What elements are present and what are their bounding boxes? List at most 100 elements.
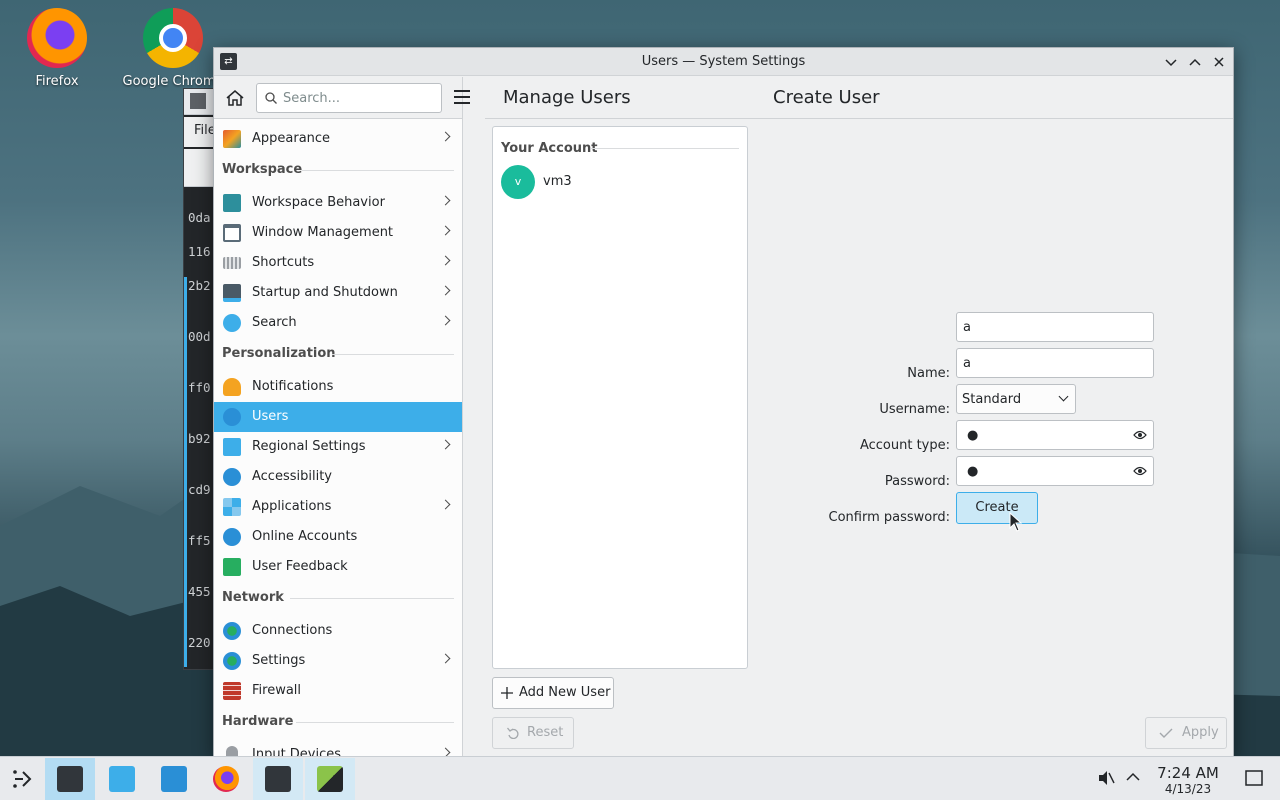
undo-icon bbox=[507, 727, 519, 739]
task-dolphin[interactable] bbox=[149, 758, 199, 800]
feedback-icon bbox=[223, 558, 241, 576]
close-button[interactable] bbox=[1210, 53, 1228, 71]
sidebar-item-network-settings[interactable]: Settings bbox=[214, 646, 462, 676]
sidebar-item-label: Connections bbox=[252, 623, 333, 638]
regional-icon bbox=[223, 438, 241, 456]
chevron-right-icon bbox=[440, 131, 451, 142]
sidebar-item-label: Settings bbox=[252, 653, 306, 668]
terminal-line: b92 bbox=[188, 431, 211, 446]
application-launcher-button[interactable] bbox=[0, 758, 50, 800]
sidebar-item-label: Applications bbox=[252, 499, 332, 514]
sidebar-item-startup-shutdown[interactable]: Startup and Shutdown bbox=[214, 278, 462, 308]
user-name: vm3 bbox=[543, 174, 572, 189]
chevron-up-icon[interactable] bbox=[1126, 771, 1140, 783]
category-hardware: Hardware bbox=[222, 714, 294, 729]
sidebar-item-workspace-behavior[interactable]: Workspace Behavior bbox=[214, 188, 462, 218]
window-management-icon bbox=[223, 224, 241, 242]
launcher-icon bbox=[13, 770, 32, 788]
desktop-icon-chrome[interactable]: Google Chrome bbox=[118, 8, 228, 89]
username-field[interactable]: a bbox=[956, 348, 1154, 378]
hamburger-menu-button[interactable] bbox=[454, 90, 470, 104]
sidebar-header: Search... bbox=[214, 77, 462, 119]
sidebar-item-window-management[interactable]: Window Management bbox=[214, 218, 462, 248]
chevron-down-icon bbox=[1165, 59, 1177, 67]
reset-button[interactable]: Reset bbox=[492, 717, 574, 749]
chevron-right-icon bbox=[440, 747, 451, 756]
sidebar-item-accessibility[interactable]: Accessibility bbox=[214, 462, 462, 492]
sidebar-item-users[interactable]: Users bbox=[214, 402, 462, 432]
firefox-icon bbox=[27, 8, 87, 68]
show-password-icon[interactable] bbox=[1133, 465, 1147, 477]
sidebar-list: Appearance Workspace Workspace Behavior … bbox=[214, 120, 462, 756]
plus-icon bbox=[501, 687, 513, 699]
sidebar-item-notifications[interactable]: Notifications bbox=[214, 372, 462, 402]
account-type-label: Account type: bbox=[859, 438, 950, 453]
show-desktop-icon[interactable] bbox=[1245, 769, 1263, 787]
sidebar-item-applications[interactable]: Applications bbox=[214, 492, 462, 522]
terminal-icon bbox=[265, 766, 291, 792]
sidebar-item-search[interactable]: Search bbox=[214, 308, 462, 338]
task-firefox[interactable] bbox=[201, 758, 251, 800]
window-titlebar[interactable]: ⇄ Users — System Settings bbox=[214, 48, 1233, 76]
appearance-icon bbox=[223, 130, 241, 148]
sidebar-item-regional-settings[interactable]: Regional Settings bbox=[214, 432, 462, 462]
home-button[interactable] bbox=[224, 87, 246, 109]
sidebar-item-shortcuts[interactable]: Shortcuts bbox=[214, 248, 462, 278]
window-title: Users — System Settings bbox=[641, 54, 806, 69]
home-icon bbox=[226, 90, 244, 106]
sidebar-item-connections[interactable]: Connections bbox=[214, 616, 462, 646]
system-settings-icon bbox=[57, 766, 83, 792]
sidebar-item-label: Appearance bbox=[252, 131, 331, 146]
category-personalization: Personalization bbox=[222, 346, 336, 361]
name-field[interactable]: a bbox=[956, 312, 1154, 342]
sidebar-item-label: Shortcuts bbox=[252, 255, 315, 270]
terminal-line: cd9 bbox=[188, 482, 211, 497]
task-system-settings[interactable] bbox=[45, 758, 95, 800]
search-input[interactable]: Search... bbox=[256, 83, 442, 113]
chrome-icon bbox=[143, 8, 203, 68]
clock-time: 7:24 AM bbox=[1157, 764, 1219, 782]
minimize-button[interactable] bbox=[1162, 53, 1180, 71]
apply-button[interactable]: Apply bbox=[1145, 717, 1227, 749]
sidebar-item-online-accounts[interactable]: Online Accounts bbox=[214, 522, 462, 552]
keyboard-icon bbox=[223, 257, 241, 269]
chevron-right-icon bbox=[440, 285, 451, 296]
maximize-button[interactable] bbox=[1186, 53, 1204, 71]
account-type-select[interactable]: Standard bbox=[956, 384, 1076, 414]
remote-desktop-icon bbox=[317, 766, 343, 792]
sidebar-item-label: Users bbox=[252, 409, 289, 424]
sidebar-item-user-feedback[interactable]: User Feedback bbox=[214, 552, 462, 582]
chevron-right-icon bbox=[440, 255, 451, 266]
task-discover[interactable] bbox=[97, 758, 147, 800]
add-new-user-label: Add New User bbox=[519, 685, 611, 700]
user-list-item[interactable]: v vm3 bbox=[501, 165, 739, 201]
task-vnc[interactable] bbox=[305, 758, 355, 800]
desktop-icon-firefox[interactable]: Firefox bbox=[2, 8, 112, 89]
username-value: a bbox=[963, 356, 971, 371]
category-workspace: Workspace bbox=[222, 162, 303, 177]
terminal-menu-icon[interactable] bbox=[190, 93, 206, 109]
password-field[interactable]: ● bbox=[956, 420, 1154, 450]
show-password-icon[interactable] bbox=[1133, 429, 1147, 441]
chevron-right-icon bbox=[440, 653, 451, 664]
clock[interactable]: 7:24 AM 4/13/23 bbox=[1152, 764, 1224, 796]
sidebar-item-input-devices[interactable]: Input Devices bbox=[214, 740, 462, 756]
chevron-right-icon bbox=[440, 195, 451, 206]
sidebar-item-firewall[interactable]: Firewall bbox=[214, 676, 462, 706]
confirm-password-field[interactable]: ● bbox=[956, 456, 1154, 486]
create-user-heading: Create User bbox=[773, 87, 880, 108]
category-divider bbox=[296, 722, 454, 723]
users-icon bbox=[223, 408, 241, 426]
create-button[interactable]: Create bbox=[956, 492, 1038, 524]
section-divider bbox=[591, 148, 739, 149]
chevron-up-icon bbox=[1189, 58, 1201, 66]
sidebar-item-label: Input Devices bbox=[252, 747, 342, 756]
sidebar-item-appearance[interactable]: Appearance bbox=[214, 124, 462, 154]
task-konsole[interactable] bbox=[253, 758, 303, 800]
discover-icon bbox=[109, 766, 135, 792]
volume-muted-icon[interactable] bbox=[1097, 769, 1115, 787]
chevron-right-icon bbox=[440, 439, 451, 450]
checkmark-icon bbox=[1159, 728, 1173, 738]
network-settings-icon bbox=[223, 652, 241, 670]
add-new-user-button[interactable]: Add New User bbox=[492, 677, 614, 709]
